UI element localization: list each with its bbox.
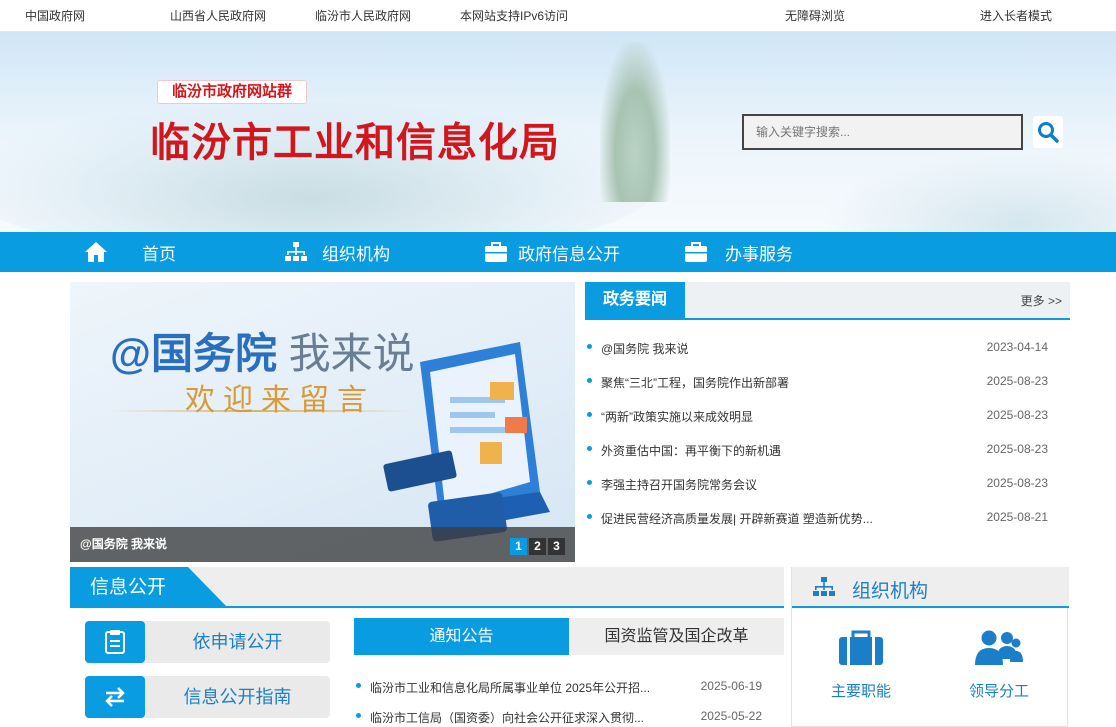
laptop-illustration	[383, 342, 550, 542]
list-item[interactable]: 李强主持召开国务院常务会议 2025-08-23	[585, 473, 1070, 493]
main-functions-label: 主要职能	[830, 683, 891, 700]
list-item[interactable]: 促进民营经济高质量发展| 开辟新赛道 塑造新优势... 2025-08-21	[585, 507, 1070, 527]
briefcase-icon	[685, 242, 707, 262]
search-input[interactable]	[742, 114, 1023, 150]
nav-gov-info-label: 政府信息公开	[518, 244, 620, 264]
info-section-title[interactable]: 信息公开	[70, 567, 228, 608]
news-tab[interactable]: 政务要闻	[585, 282, 685, 320]
org-chart-icon	[813, 577, 835, 596]
search-button[interactable]	[1033, 116, 1063, 148]
slider-page-2[interactable]: 2	[529, 538, 546, 555]
nav-organization[interactable]: 组织机构	[284, 232, 390, 272]
news-panel-header: 政务要闻 更多 >>	[585, 282, 1070, 320]
nav-gov-info[interactable]: 政府信息公开	[484, 232, 620, 272]
banner-hills-right	[820, 152, 1116, 232]
top-bar: 中国政府网 山西省人民政府网 临汾市人民政府网 本网站支持IPv6访问 无障碍浏…	[0, 0, 1116, 32]
nav-services[interactable]: 办事服务	[684, 232, 793, 272]
swap-arrows-icon	[105, 687, 125, 707]
slider-page-3[interactable]: 3	[548, 538, 565, 555]
slide-caption: @国务院 我来说 1 2 3	[70, 527, 575, 562]
info-section-header: 信息公开	[70, 567, 784, 608]
slider-page-1[interactable]: 1	[510, 538, 527, 555]
list-item[interactable]: @国务院 我来说 2023-04-14	[585, 337, 1070, 357]
list-item[interactable]: “两新”政策实施以来成效明显 2025-08-23	[585, 405, 1070, 425]
org-panel-header: 组织机构	[792, 567, 1069, 608]
org-chart-icon	[285, 242, 307, 261]
notice-tabs: 通知公告 国资监管及国企改革	[354, 618, 784, 655]
tab-state-assets[interactable]: 国资监管及国企改革	[569, 618, 784, 655]
leadership-link[interactable]: 领导分工	[944, 629, 1054, 701]
briefcase-icon	[485, 242, 507, 262]
nav-services-label: 办事服务	[725, 244, 793, 264]
people-icon	[975, 630, 1023, 665]
list-item[interactable]: 临汾市工业和信息化局所属事业单位 2025年公开招... 2025-06-19	[354, 677, 784, 695]
slider-pagination: 1 2 3	[510, 538, 565, 555]
nav-home-label: 首页	[142, 244, 176, 264]
link-shanxi-gov[interactable]: 山西省人民政府网	[170, 7, 266, 24]
nav-organization-label: 组织机构	[322, 244, 390, 264]
list-item[interactable]: 聚焦“三北”工程，国务院作出新部署 2025-08-23	[585, 371, 1070, 391]
image-slider[interactable]: @国务院 我来说 欢迎来留言 @国务院 我来说 1 2 3	[70, 282, 575, 562]
elder-mode-link[interactable]: 进入长者模式	[980, 7, 1052, 24]
link-linfen-gov[interactable]: 临汾市人民政府网	[315, 7, 411, 24]
main-nav: 首页 组织机构 政府信息公开 办事服务	[0, 232, 1116, 272]
briefcase-icon	[839, 630, 883, 665]
list-item[interactable]: 外资重估中国：再平衡下的新机遇 2025-08-23	[585, 439, 1070, 459]
org-panel: 组织机构 主要职能 领导分工	[791, 567, 1069, 727]
apply-disclosure-label: 依申请公开	[192, 632, 283, 652]
ipv6-notice: 本网站支持IPv6访问	[460, 9, 569, 23]
link-gov-cn[interactable]: 中国政府网	[25, 7, 85, 24]
apply-disclosure-button[interactable]: 依申请公开	[85, 621, 330, 663]
site-group-label[interactable]: 临汾市政府网站群	[157, 80, 308, 104]
accessibility-link[interactable]: 无障碍浏览	[785, 7, 845, 24]
document-icon	[105, 630, 125, 654]
tab-notices[interactable]: 通知公告	[354, 618, 569, 655]
disclosure-guide-button[interactable]: 信息公开指南	[85, 676, 330, 718]
double-chevron-icon: >>	[1047, 294, 1062, 308]
list-item[interactable]: 临汾市工信局（国资委）向社会公开征求深入贯彻... 2025-05-22	[354, 707, 784, 725]
home-icon	[85, 242, 107, 262]
site-title: 临汾市工业和信息化局	[150, 120, 560, 165]
news-panel: 政务要闻 更多 >> @国务院 我来说 2023-04-14 聚焦“三北”工程，国…	[585, 282, 1070, 562]
nav-home[interactable]: 首页	[84, 232, 176, 272]
banner-peak	[600, 42, 670, 202]
leadership-label: 领导分工	[968, 683, 1029, 700]
main-functions-link[interactable]: 主要职能	[806, 629, 916, 701]
org-panel-title: 组织机构	[852, 581, 929, 602]
disclosure-guide-label: 信息公开指南	[183, 687, 292, 707]
header-banner: 临汾市政府网站群 临汾市工业和信息化局	[0, 32, 1116, 232]
search-icon	[1038, 122, 1059, 143]
more-link[interactable]: 更多 >>	[1021, 292, 1062, 309]
